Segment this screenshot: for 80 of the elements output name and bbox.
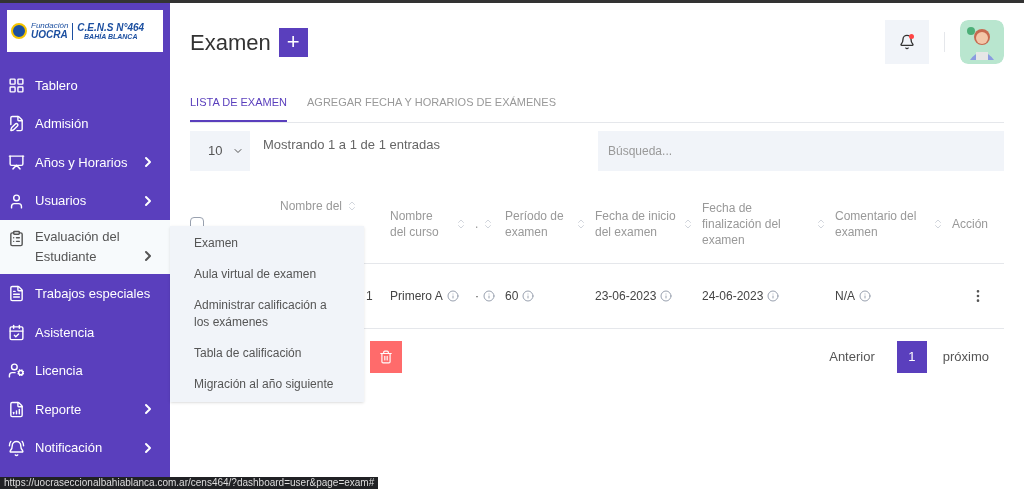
page-button[interactable]: 1 (896, 341, 927, 373)
column-header: . (475, 215, 479, 232)
table-cell-text: 24-06-2023 (702, 288, 764, 305)
calendar-check-icon (8, 323, 25, 341)
info-icon (767, 290, 780, 302)
menu-item[interactable]: Administrar calificación a los exámenes (170, 290, 364, 338)
sidebar-label: Trabajos especiales (35, 284, 152, 303)
sort-icon[interactable] (575, 217, 587, 230)
info-icon (446, 290, 459, 302)
column-header: Fecha de inicio del examen (595, 207, 677, 240)
user-icon (8, 362, 25, 380)
user-icon (8, 192, 25, 210)
sidebar-item[interactable]: Trabajos especiales (0, 274, 170, 313)
sidebar-label: Admisión (35, 115, 90, 134)
entries-info: Mostrando 1 a 1 de 1 entradas (263, 136, 441, 154)
info-icon (660, 290, 673, 302)
logo-text: Fundación (31, 22, 69, 30)
notification-button[interactable] (885, 20, 929, 64)
grid-icon (8, 76, 25, 94)
sidebar-label: Usuarios (35, 192, 88, 211)
bell-icon (899, 34, 915, 50)
menu-item[interactable]: Aula virtual de examen (170, 259, 364, 290)
delete-button[interactable] (370, 341, 402, 373)
trash-icon (379, 350, 393, 364)
sidebar-item[interactable]: Años y Horarios (0, 143, 170, 182)
column-header: Nombre del curso (390, 207, 440, 240)
sidebar-label: Licencia (35, 362, 84, 381)
info-icon (522, 290, 535, 302)
sort-icon[interactable] (682, 217, 694, 230)
sort-icon[interactable] (815, 217, 827, 230)
tab[interactable]: LISTA DE EXAMEN (190, 93, 287, 122)
search-field[interactable]: Búsqueda... (598, 131, 1004, 171)
column-header: Período de examen (505, 207, 565, 240)
document-icon (8, 115, 25, 133)
status-bar-url: https://uocraseccionalbahiablanca.com.ar/cens464/?dashboard=user&page=exam# (0, 477, 379, 489)
table-cell-text: N/A (835, 288, 855, 305)
clipboard-icon (8, 230, 25, 248)
next-button[interactable]: próximo (942, 347, 989, 367)
logo-text: C.E.N.S N°464 (77, 22, 145, 33)
sidebar-item[interactable]: Notificación (0, 428, 170, 468)
sidebar-item[interactable]: Admisión (0, 104, 170, 144)
sidebar-label: Evaluación del Estudiante (35, 228, 121, 267)
sidebar-item[interactable]: Tablero (0, 66, 170, 105)
presentation-icon (8, 154, 25, 171)
page-size-select[interactable]: 10 (190, 131, 250, 171)
page-title: Examen (190, 28, 271, 57)
sidebar-label: Reporte (35, 400, 83, 419)
menu-item[interactable]: Migración al año siguiente (170, 369, 364, 400)
avatar-icon[interactable] (960, 20, 1004, 64)
column-header: Fecha de finalización del examen (702, 199, 782, 248)
previous-button[interactable]: Anterior (829, 347, 875, 367)
info-icon (859, 290, 871, 302)
column-header: Comentario del examen (835, 207, 918, 240)
sort-icon[interactable] (455, 217, 467, 230)
sidebar-label: Asistencia (35, 323, 96, 342)
table-cell-text: 23-06-2023 (595, 288, 657, 305)
column-header: Nombre del (280, 198, 343, 214)
sidebar-item[interactable]: Evaluación del Estudiante (0, 220, 170, 275)
sidebar-item[interactable]: Usuarios (0, 181, 170, 221)
report-icon (8, 400, 25, 418)
sidebar-label: Notificación (35, 439, 104, 458)
sidebar-item[interactable]: Licencia (0, 351, 170, 391)
sidebar-item[interactable]: Reporte (0, 390, 170, 429)
helmet-icon (11, 23, 27, 39)
document-icon (8, 285, 25, 303)
sort-icon[interactable] (932, 217, 944, 230)
sidebar-label: Años y Horarios (35, 153, 129, 172)
menu-item[interactable]: Tabla de calificación (170, 338, 364, 369)
bell-icon (8, 439, 25, 457)
sidebar-item[interactable]: Asistencia (0, 312, 170, 352)
logo-text: UOCRA (31, 30, 69, 40)
sidebar-label: Tablero (35, 76, 79, 95)
table-cell-text: · (475, 288, 479, 305)
add-button[interactable]: + (278, 27, 308, 57)
menu-item[interactable]: Examen (170, 228, 364, 259)
table-cell-text: 1 (366, 288, 373, 305)
column-header: Acción (952, 215, 989, 232)
table-cell-text: Primero A (390, 288, 443, 305)
info-icon (483, 290, 495, 302)
table-cell-text: 60 (505, 288, 519, 305)
